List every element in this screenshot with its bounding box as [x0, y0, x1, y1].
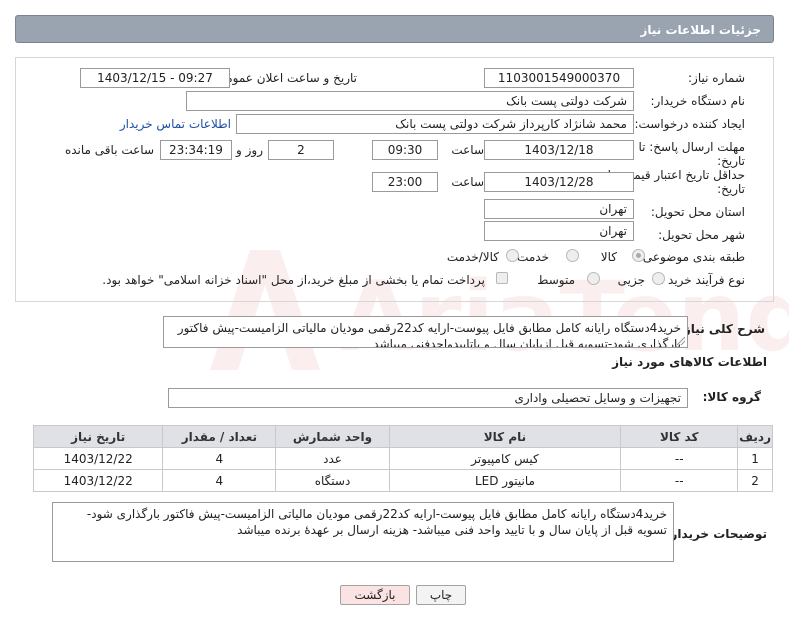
- category-option-goods: کالا: [600, 250, 617, 264]
- requester-label: ایجاد کننده درخواست:: [634, 117, 745, 131]
- process-label: نوع فرآیند خرید :: [660, 273, 745, 287]
- announce-date-field: 1403/12/15 - 09:27: [80, 68, 230, 88]
- col-qty-header: تعداد / مقدار: [162, 425, 277, 448]
- treasury-payment-note: پرداخت تمام یا بخشی از مبلغ خرید،از محل …: [102, 273, 485, 287]
- treasury-payment-checkbox[interactable]: [496, 272, 508, 284]
- validity-hour-label: ساعت: [451, 175, 484, 189]
- print-button[interactable]: چاپ: [416, 585, 466, 605]
- process-radio-medium[interactable]: [587, 272, 600, 285]
- category-radio-goods-service[interactable]: [506, 249, 519, 262]
- remaining-days-field: 2: [268, 140, 334, 160]
- cell-qty: 4: [162, 447, 277, 470]
- process-option-medium: متوسط: [537, 273, 575, 287]
- goods-table: ردیف کد کالا نام کالا واحد شمارش تعداد /…: [32, 425, 773, 492]
- cell-name: کیس کامپیوتر: [388, 447, 622, 470]
- description-label: شرح کلی نیاز:: [679, 322, 765, 336]
- page-header: جزئیات اطلاعات نیاز: [15, 15, 774, 43]
- validity-time-field: 23:00: [372, 172, 438, 192]
- validity-date-sublabel: تاریخ:: [717, 182, 745, 196]
- buyer-notes-textarea[interactable]: خرید4دستگاه رایانه کامل مطابق فایل پیوست…: [52, 502, 674, 562]
- description-textarea[interactable]: خرید4دستگاه رایانه کامل مطابق فایل پیوست…: [163, 316, 688, 348]
- city-label: شهر محل تحویل:: [658, 228, 745, 242]
- deadline-time-field: 09:30: [372, 140, 438, 160]
- cell-unit: عدد: [275, 447, 390, 470]
- back-button[interactable]: بازگشت: [340, 585, 410, 605]
- goods-group-field: تجهیزات و وسایل تحصیلی واداری: [168, 388, 688, 408]
- remaining-label: ساعت باقی مانده: [64, 143, 154, 157]
- cell-row: 2: [737, 469, 773, 492]
- category-option-service: خدمت: [517, 250, 549, 264]
- col-date-header: تاریخ نیاز: [32, 425, 164, 448]
- description-text: خرید4دستگاه رایانه کامل مطابق فایل پیوست…: [177, 321, 681, 348]
- cell-unit: دستگاه: [275, 469, 390, 492]
- city-field: تهران: [484, 221, 634, 241]
- category-radio-service[interactable]: [566, 249, 579, 262]
- goods-section-title: اطلاعات کالاهای مورد نیاز: [612, 355, 767, 369]
- buyer-org-field: شرکت دولتی پست بانک: [186, 91, 634, 111]
- remaining-time-field: 23:34:19: [160, 140, 232, 160]
- need-number-field: 1103001549000370: [484, 68, 634, 88]
- buyer-contact-link[interactable]: اطلاعات تماس خریدار: [120, 117, 231, 131]
- resize-grip-icon[interactable]: [677, 337, 685, 345]
- buyer-notes-label: توضیحات خریدار:: [665, 527, 767, 541]
- goods-table-header: ردیف کد کالا نام کالا واحد شمارش تعداد /…: [32, 425, 773, 448]
- validity-date-field: 1403/12/28: [484, 172, 634, 192]
- deadline-label: مهلت ارسال پاسخ: تا: [638, 140, 745, 154]
- category-option-goods-service: کالا/خدمت: [446, 250, 499, 264]
- requester-field: محمد شانژاد کارپرداز شرکت دولتی پست بانک: [236, 114, 634, 134]
- page-title: جزئیات اطلاعات نیاز: [640, 23, 761, 37]
- col-unit-header: واحد شمارش: [275, 425, 390, 448]
- buyer-notes-text: خرید4دستگاه رایانه کامل مطابق فایل پیوست…: [86, 507, 667, 537]
- cell-date: 1403/12/22: [32, 469, 164, 492]
- province-label: استان محل تحویل:: [650, 205, 745, 219]
- cell-date: 1403/12/22: [32, 447, 164, 470]
- cell-qty: 4: [162, 469, 277, 492]
- announce-date-label: تاریخ و ساعت اعلان عمومی:: [212, 71, 357, 85]
- process-radio-minor[interactable]: [652, 272, 665, 285]
- days-label: روز و: [236, 143, 263, 157]
- col-code-header: کد کالا: [620, 425, 739, 448]
- cell-code: --: [620, 469, 739, 492]
- cell-name: مانیتور LED: [388, 469, 622, 492]
- col-row-header: ردیف: [737, 425, 773, 448]
- table-row: 1 -- کیس کامپیوتر عدد 4 1403/12/22: [32, 447, 773, 470]
- cell-code: --: [620, 447, 739, 470]
- table-row: 2 -- مانیتور LED دستگاه 4 1403/12/22: [32, 469, 773, 492]
- cell-row: 1: [737, 447, 773, 470]
- need-number-label: شماره نیاز:: [688, 71, 745, 85]
- province-field: تهران: [484, 199, 634, 219]
- category-label: طبقه بندی موضوعی:: [638, 250, 745, 264]
- deadline-date-sublabel: تاریخ:: [717, 154, 745, 168]
- deadline-hour-label: ساعت: [451, 143, 484, 157]
- deadline-date-field: 1403/12/18: [484, 140, 634, 160]
- col-name-header: نام کالا: [388, 425, 622, 448]
- goods-group-label: گروه کالا:: [702, 390, 761, 404]
- buyer-org-label: نام دستگاه خریدار:: [650, 94, 746, 108]
- category-radio-goods[interactable]: [632, 249, 645, 262]
- process-option-minor: جزیی: [617, 273, 645, 287]
